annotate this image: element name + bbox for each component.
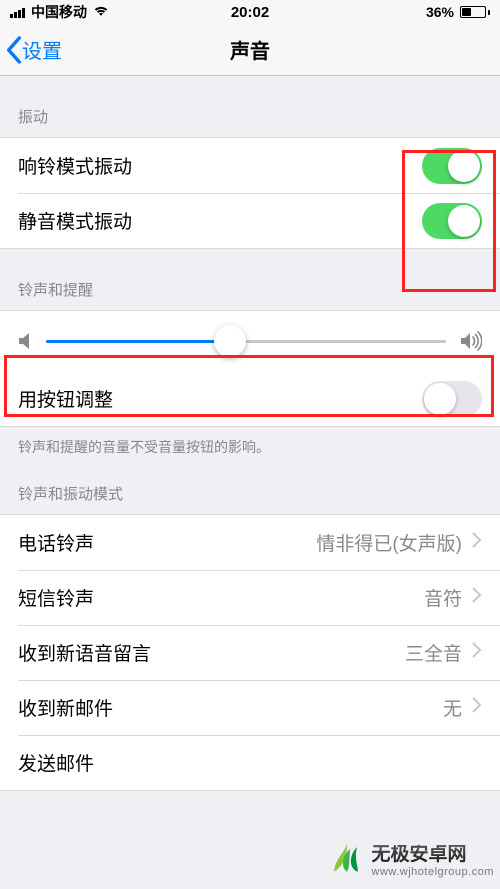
watermark: 无极安卓网 www.wjhotelgroup.com bbox=[330, 842, 495, 881]
row-label: 静音模式振动 bbox=[18, 207, 132, 234]
status-right: 36% bbox=[426, 4, 490, 20]
nav-bar: 设置 声音 bbox=[0, 24, 500, 76]
row-change-with-buttons[interactable]: 用按钮调整 bbox=[0, 371, 500, 426]
section-footer-ringer: 铃声和提醒的音量不受音量按钮的影响。 bbox=[0, 427, 500, 463]
row-texttone[interactable]: 短信铃声 音符 bbox=[0, 570, 500, 625]
row-ringtone[interactable]: 电话铃声 情非得已(女声版) bbox=[0, 515, 500, 570]
row-label: 收到新语音留言 bbox=[18, 639, 151, 666]
group-vibration: 响铃模式振动 静音模式振动 bbox=[0, 137, 500, 249]
row-newmail[interactable]: 收到新邮件 无 bbox=[0, 680, 500, 735]
watermark-url: www.wjhotelgroup.com bbox=[372, 866, 495, 878]
carrier-label: 中国移动 bbox=[31, 2, 87, 22]
battery-pct: 36% bbox=[426, 4, 454, 20]
row-sendmail[interactable]: 发送邮件 bbox=[0, 735, 500, 790]
slider-knob[interactable] bbox=[214, 325, 246, 357]
row-label: 发送邮件 bbox=[18, 749, 94, 776]
page-title: 声音 bbox=[230, 35, 270, 64]
row-value: 情非得已(女声版) bbox=[316, 529, 468, 556]
watermark-logo-icon bbox=[330, 842, 364, 881]
chevron-right-icon bbox=[472, 697, 482, 718]
group-patterns: 电话铃声 情非得已(女声版) 短信铃声 音符 收到新语音留言 三全音 收到新邮件… bbox=[0, 514, 500, 791]
section-header-patterns: 铃声和振动模式 bbox=[0, 463, 500, 514]
row-ring-vibrate[interactable]: 响铃模式振动 bbox=[0, 138, 500, 193]
row-label: 短信铃声 bbox=[18, 584, 94, 611]
status-left: 中国移动 bbox=[10, 2, 109, 22]
row-volume-slider bbox=[0, 311, 500, 371]
row-label: 响铃模式振动 bbox=[18, 152, 132, 179]
group-ringer: 用按钮调整 bbox=[0, 310, 500, 427]
chevron-right-icon bbox=[472, 532, 482, 553]
row-label: 收到新邮件 bbox=[18, 694, 113, 721]
volume-low-icon bbox=[18, 332, 32, 350]
toggle-change-with-buttons[interactable] bbox=[422, 381, 482, 417]
watermark-title: 无极安卓网 bbox=[372, 845, 495, 866]
row-value: 三全音 bbox=[405, 639, 468, 666]
volume-high-icon bbox=[460, 331, 482, 351]
toggle-ring-vibrate[interactable] bbox=[422, 148, 482, 184]
back-button[interactable]: 设置 bbox=[6, 35, 62, 64]
row-label: 用按钮调整 bbox=[18, 385, 113, 412]
signal-icon bbox=[10, 6, 25, 18]
chevron-right-icon bbox=[472, 587, 482, 608]
chevron-right-icon bbox=[472, 642, 482, 663]
section-header-vibration: 振动 bbox=[0, 76, 500, 137]
back-label: 设置 bbox=[22, 35, 62, 64]
status-time: 20:02 bbox=[231, 4, 269, 21]
row-label: 电话铃声 bbox=[18, 529, 94, 556]
row-silent-vibrate[interactable]: 静音模式振动 bbox=[0, 193, 500, 248]
wifi-icon bbox=[93, 4, 109, 20]
row-voicemail[interactable]: 收到新语音留言 三全音 bbox=[0, 625, 500, 680]
status-bar: 中国移动 20:02 36% bbox=[0, 0, 500, 24]
toggle-silent-vibrate[interactable] bbox=[422, 203, 482, 239]
volume-slider[interactable] bbox=[46, 340, 446, 343]
section-header-ringer: 铃声和提醒 bbox=[0, 249, 500, 310]
row-value: 无 bbox=[443, 694, 468, 721]
row-value: 音符 bbox=[424, 584, 468, 611]
battery-icon bbox=[460, 6, 490, 18]
screen: { "status_bar": { "carrier": "中国移动", "ti… bbox=[0, 0, 500, 889]
